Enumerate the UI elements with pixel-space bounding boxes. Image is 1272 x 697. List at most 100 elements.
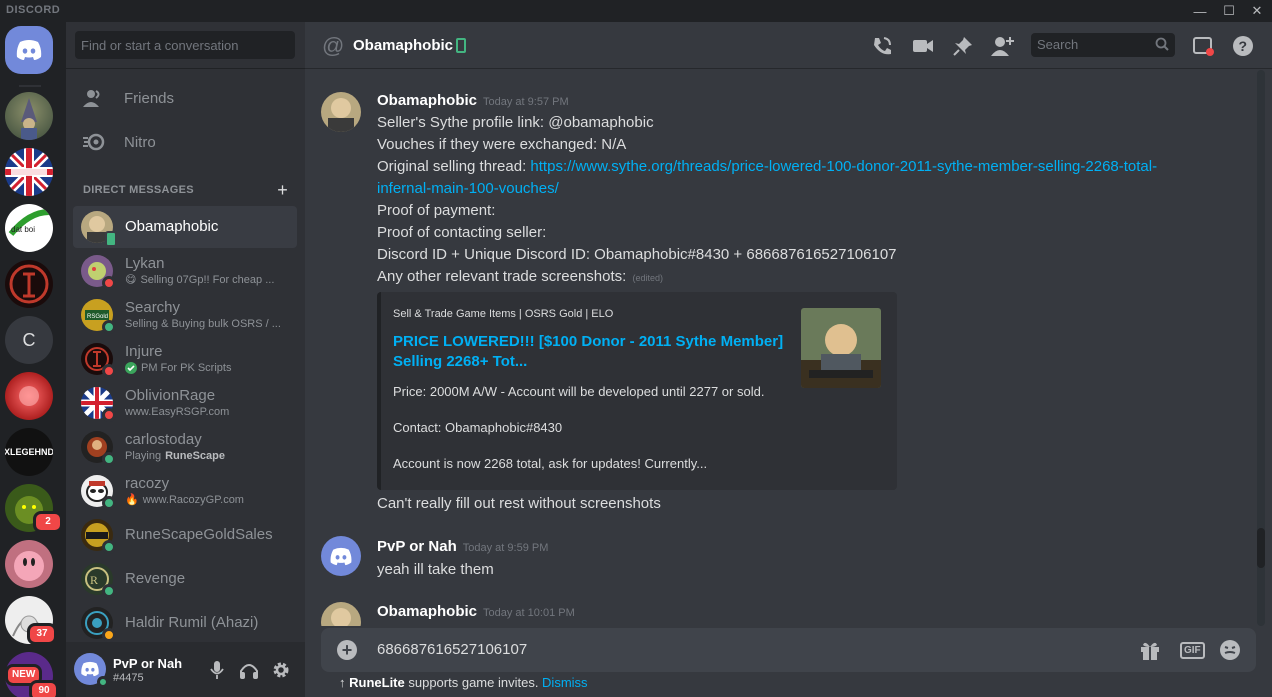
find-conversation-input[interactable]: Find or start a conversation: [75, 31, 295, 59]
nav-nitro[interactable]: Nitro: [74, 122, 297, 162]
pinned-messages-button[interactable]: [951, 34, 975, 58]
dm-activity: 🔥 www.RacozyGP.com: [125, 493, 297, 507]
dm-activity-text: www.EasyRSGP.com: [125, 406, 230, 418]
dm-item-racozy[interactable]: racozy 🔥 www.RacozyGP.com: [73, 470, 297, 512]
status-online-icon: [102, 540, 116, 554]
invite-app-name: RuneLite: [349, 675, 405, 690]
server-dat-boi[interactable]: dat boi: [5, 204, 53, 252]
message-avatar[interactable]: [321, 536, 361, 576]
wizard-icon: [21, 98, 37, 140]
dm-activity: Selling & Buying bulk OSRS / ...: [125, 317, 297, 331]
svg-text:dat boi: dat boi: [11, 225, 35, 234]
voice-call-button[interactable]: [870, 34, 894, 58]
microphone-icon: [210, 661, 224, 679]
sigil-icon: [9, 264, 49, 304]
message-author[interactable]: Obamaphobic: [377, 92, 477, 109]
verified-icon: [125, 362, 137, 374]
rail-separator: [19, 85, 41, 87]
dm-item-obamaphobic[interactable]: Obamaphobic: [73, 206, 297, 248]
dm-item-injure[interactable]: Injure PM For PK Scripts: [73, 338, 297, 380]
server-easyrsgp[interactable]: [5, 148, 53, 196]
message-author[interactable]: Obamaphobic: [377, 603, 477, 620]
gift-button[interactable]: [1139, 638, 1161, 662]
invite-text: supports game invites.: [404, 675, 543, 690]
message-avatar[interactable]: [321, 602, 361, 626]
chat-area: @ Obamaphobic Search ? Obamaphobic Today…: [305, 22, 1272, 697]
server-kirby[interactable]: [5, 540, 53, 588]
status-online-icon: [102, 320, 116, 334]
edited-indicator: (edited): [632, 273, 663, 283]
search-input[interactable]: Search: [1031, 33, 1175, 57]
dm-item-runescapegoldsales[interactable]: RuneScapeGoldSales: [73, 514, 297, 556]
message-header: PvP or Nah Today at 9:59 PM: [377, 538, 548, 556]
message-line-thread: Original selling thread: https://www.syt…: [377, 156, 1157, 178]
user-settings-button[interactable]: [270, 659, 292, 681]
gif-button[interactable]: GIF: [1180, 638, 1205, 662]
maximize-button[interactable]: ☐: [1215, 0, 1243, 22]
embed-description: Account is now 2268 total, ask for updat…: [393, 456, 708, 471]
status-dnd-icon: [102, 408, 116, 422]
mute-button[interactable]: [206, 659, 228, 681]
inbox-button[interactable]: [1191, 34, 1215, 58]
user-name: PvP or Nah: [113, 656, 183, 671]
close-button[interactable]: ✕: [1243, 0, 1271, 22]
dm-text: Revenge: [125, 570, 297, 588]
scrollbar-thumb[interactable]: [1257, 528, 1265, 568]
dismiss-link[interactable]: Dismiss: [542, 675, 588, 690]
message-input[interactable]: 686687616527106107: [377, 641, 527, 658]
server-wizard[interactable]: [5, 92, 53, 140]
orb-icon: [19, 386, 39, 406]
embed-description: Price: 2000M A/W - Account will be devel…: [393, 384, 765, 399]
embed-title[interactable]: PRICE LOWERED!!! [$100 Donor - 2011 Syth…: [393, 332, 793, 372]
embed-provider[interactable]: Sell & Trade Game Items | OSRS Gold | EL…: [393, 308, 613, 320]
server-xlegehnd[interactable]: XLEGEHND: [5, 428, 53, 476]
user-avatar[interactable]: [74, 653, 109, 688]
title-bar: DISCORD — ☐ ✕: [0, 0, 1272, 22]
message-avatar[interactable]: [321, 92, 361, 132]
dm-text: Searchy Selling & Buying bulk OSRS / ...: [125, 299, 297, 331]
dm-item-oblivionrage[interactable]: OblivionRage www.EasyRSGP.com: [73, 382, 297, 424]
home-button[interactable]: [5, 26, 53, 74]
thread-link-continued[interactable]: infernal-main-100-vouches/: [377, 178, 559, 200]
help-button[interactable]: ?: [1231, 34, 1255, 58]
dm-text: Obamaphobic: [125, 218, 297, 236]
fire-emoji-icon: 🔥: [125, 494, 139, 506]
dm-text: Lykan 😋 Selling 07Gp!! For cheap ...: [125, 255, 297, 287]
dm-item-haldir-rumil[interactable]: Haldir Rumil (Ahazi): [73, 602, 297, 642]
invite-arrow-icon: ↑: [339, 675, 346, 690]
minimize-button[interactable]: —: [1186, 0, 1214, 22]
discord-app: DISCORD — ☐ ✕ dat boi C XLEGEHND 2 37 NE…: [0, 0, 1272, 697]
deafen-button[interactable]: [238, 659, 260, 681]
message-timestamp: Today at 10:01 PM: [483, 607, 575, 619]
message-scrollbar[interactable]: [1257, 70, 1265, 626]
server-c[interactable]: C: [5, 316, 53, 364]
video-call-button[interactable]: [911, 34, 935, 58]
emoji-button[interactable]: [1219, 638, 1241, 662]
message-line: Seller's Sythe profile link: @obamaphobi…: [377, 114, 654, 131]
dm-sidebar: Find or start a conversation Friends Nit…: [66, 22, 305, 642]
upload-button[interactable]: +: [337, 640, 357, 660]
xlegehnd-logo: XLEGEHND: [5, 447, 53, 457]
nav-friends[interactable]: Friends: [74, 78, 297, 118]
message-composer[interactable]: + 686687616527106107 GIF: [321, 628, 1256, 672]
dm-activity-text: PM For PK Scripts: [141, 362, 232, 374]
dm-activity-prefix: Playing: [125, 450, 162, 462]
embed-description: Contact: Obamaphobic#8430: [393, 420, 563, 435]
dm-activity-text: Selling 07Gp!! For cheap ...: [140, 274, 275, 286]
dm-item-revenge[interactable]: R Revenge: [73, 558, 297, 600]
dm-item-lykan[interactable]: Lykan 😋 Selling 07Gp!! For cheap ...: [73, 250, 297, 292]
server-red-sigil[interactable]: [5, 260, 53, 308]
message-line-edited: Any other relevant trade screenshots: (e…: [377, 266, 663, 289]
help-icon: ?: [1233, 36, 1253, 56]
embed-thumbnail[interactable]: [801, 308, 881, 388]
frog-icon: dat boi: [8, 209, 50, 236]
thread-link[interactable]: https://www.sythe.org/threads/price-lowe…: [530, 158, 1157, 175]
dm-item-searchy[interactable]: RSGold Searchy Selling & Buying bulk OSR…: [73, 294, 297, 336]
add-friend-to-dm-button[interactable]: [991, 34, 1015, 58]
dm-item-carlostoday[interactable]: carlostoday Playing RuneScape: [73, 426, 297, 468]
message-line: Can't really fill out rest without scree…: [377, 495, 661, 512]
create-dm-button[interactable]: +: [277, 180, 288, 201]
server-red-orb[interactable]: [5, 372, 53, 420]
message-author[interactable]: PvP or Nah: [377, 538, 457, 555]
avatar: [81, 255, 116, 290]
